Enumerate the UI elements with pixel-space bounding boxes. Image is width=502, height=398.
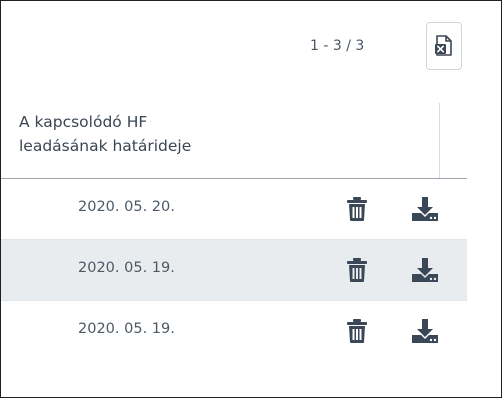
excel-export-button[interactable]: [426, 22, 462, 70]
excel-export-icon: [435, 35, 452, 56]
delete-button[interactable]: [341, 193, 373, 225]
delete-button[interactable]: [341, 254, 373, 286]
download-button[interactable]: [409, 193, 441, 225]
delete-button[interactable]: [341, 315, 373, 347]
table-row: 2020. 05. 20.: [1, 179, 467, 240]
download-button[interactable]: [409, 254, 441, 286]
deadline-cell: 2020. 05. 19.: [78, 321, 175, 337]
table-toolbar: 1 - 3 / 3: [1, 1, 501, 87]
download-icon: [412, 197, 438, 221]
column-header-label: A kapcsolódó HF leadásának határideje: [19, 113, 192, 155]
download-button[interactable]: [409, 315, 441, 347]
pagination-info: 1 - 3 / 3: [310, 38, 365, 54]
download-icon: [412, 319, 438, 343]
trash-icon: [347, 258, 367, 282]
table-panel: 1 - 3 / 3 A kapcsolódó HF leadásának hat…: [0, 0, 502, 398]
download-icon: [412, 258, 438, 282]
deadline-cell: 2020. 05. 20.: [78, 199, 175, 215]
deadline-cell: 2020. 05. 19.: [78, 260, 175, 276]
table-row: 2020. 05. 19.: [1, 240, 467, 301]
trash-icon: [347, 319, 367, 343]
table-row: 2020. 05. 19.: [1, 301, 467, 361]
column-header-deadline[interactable]: A kapcsolódó HF leadásának határideje: [1, 87, 467, 179]
column-resize-divider[interactable]: [439, 103, 440, 178]
trash-icon: [347, 197, 367, 221]
